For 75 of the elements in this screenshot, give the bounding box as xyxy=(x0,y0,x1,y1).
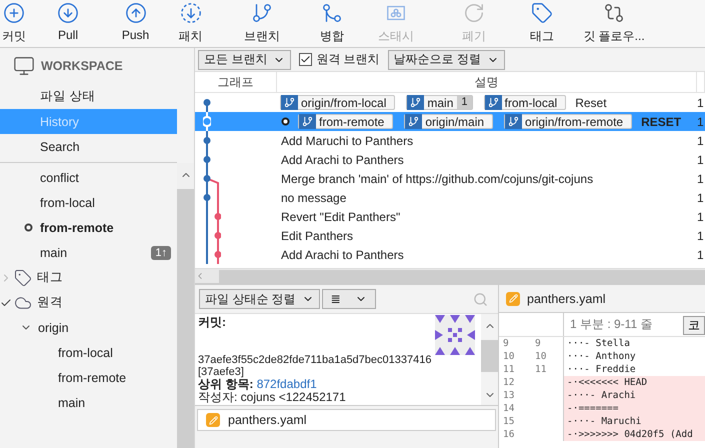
table-cell: 1 xyxy=(697,172,705,186)
sidebar-item[interactable]: 파일 상태 xyxy=(0,84,177,109)
remote-tree-item[interactable]: origin xyxy=(0,315,177,340)
parent-link[interactable]: 872fdabdf1 xyxy=(256,377,317,391)
author-text: 작성자: cojuns <122452171 xyxy=(198,391,347,404)
parent-label: 상위 항목: xyxy=(198,377,254,391)
toolbar-button[interactable]: Push xyxy=(108,2,163,42)
commit-message: Add Arachi to Panthers xyxy=(281,248,404,262)
commit-message: RESET xyxy=(641,114,682,128)
ahead-count: 1↑ xyxy=(151,246,171,260)
table-cell: 1 xyxy=(697,248,705,262)
toolbar-button[interactable]: 깃 플로우... xyxy=(570,2,658,45)
line-number: 15 xyxy=(502,415,516,428)
remote-tree-item[interactable]: main xyxy=(0,390,177,415)
line-number: 11 xyxy=(534,363,548,376)
line-number: 14 xyxy=(502,402,516,415)
hunk-button[interactable]: 코 xyxy=(683,316,705,335)
branch-label[interactable]: from-local xyxy=(484,95,566,110)
commit-row[interactable]: from-remote origin/main origin/from-remote RESET 1 xyxy=(195,112,705,131)
table-cell: 1 xyxy=(697,114,705,128)
file-item[interactable]: panthers.yaml xyxy=(197,409,496,431)
commit-message: no message xyxy=(281,190,346,204)
file-sort-dropdown[interactable]: 파일 상태순 정렬 xyxy=(199,289,320,309)
branch-filter-dropdown[interactable]: 모든 브랜치 xyxy=(198,50,292,70)
table-cell: 1 xyxy=(697,96,705,110)
toolbar-button[interactable]: 태그 xyxy=(514,2,570,45)
branch-label[interactable]: origin/main xyxy=(404,114,494,129)
toolbar-button[interactable]: 패치 xyxy=(163,2,218,45)
ahead-count: 1 xyxy=(457,96,472,109)
line-number: 12 xyxy=(502,376,516,389)
remote-tree-item[interactable]: from-local xyxy=(0,340,177,365)
branch-label[interactable]: main 1 xyxy=(406,95,472,110)
line-number: 10 xyxy=(534,350,548,363)
branch-item[interactable]: from-remote xyxy=(0,215,177,240)
table-cell: 1 xyxy=(697,210,705,224)
sort-dropdown[interactable]: 날짜순으로 정렬 xyxy=(388,50,506,70)
line-number: 9 xyxy=(534,337,542,350)
commit-message: Add Maruchi to Panthers xyxy=(281,134,414,148)
line-number: 16 xyxy=(502,428,516,441)
file-name: panthers.yaml xyxy=(527,292,606,306)
column-header[interactable]: 설명 xyxy=(277,72,697,92)
line-number: 10 xyxy=(502,350,516,363)
table-cell: 1 xyxy=(697,228,705,242)
toolbar-button[interactable]: 병합 xyxy=(306,2,358,45)
commit-message: Reset xyxy=(575,96,607,110)
column-header[interactable]: 그래프 xyxy=(195,72,277,92)
branch-label[interactable]: origin/from-remote xyxy=(504,114,632,129)
line-number: 11 xyxy=(502,363,516,376)
line-number: 9 xyxy=(502,337,510,350)
sidebar-group[interactable]: 원격 xyxy=(0,290,177,315)
toolbar-button[interactable]: 브랜치 xyxy=(218,2,306,45)
commit-hash: 37aefe3f55c2de82fde711ba1a5d7bec01337416 [37aefe3] xyxy=(198,354,432,378)
branch-item[interactable]: from-local xyxy=(0,190,177,215)
table-cell: 1 xyxy=(697,152,705,166)
table-cell: 1 xyxy=(697,134,705,148)
branch-label[interactable]: origin/from-local xyxy=(280,95,396,110)
commit-message: Add Arachi to Panthers xyxy=(281,152,404,166)
section-title: WORKSPACE xyxy=(41,59,123,73)
table-cell: 1 xyxy=(697,190,705,204)
line-number: 13 xyxy=(502,389,516,402)
remote-branch-checkbox[interactable]: 원격 브랜치 xyxy=(299,51,380,68)
branch-item[interactable]: main 1↑ xyxy=(0,240,177,265)
commit-message: Edit Panthers xyxy=(281,228,354,242)
commit-message: Merge branch 'main' of https://github.com/cojuns/git-cojuns xyxy=(281,172,594,186)
commit-label: 커밋: xyxy=(198,316,226,329)
commit-message: Revert "Edit Panthers" xyxy=(281,210,400,224)
hunk-header: 1 부분 : 9-11 줄 xyxy=(569,316,654,333)
sidebar-group[interactable]: 태그 xyxy=(0,265,177,290)
toolbar-button[interactable]: 커밋 xyxy=(0,2,28,45)
view-dropdown[interactable]: ≣ xyxy=(322,289,376,309)
remote-tree-item[interactable]: from-remote xyxy=(0,365,177,390)
branch-item[interactable]: conflict xyxy=(0,165,177,190)
branch-label[interactable]: from-remote xyxy=(298,114,394,129)
sidebar-item[interactable]: Search xyxy=(0,134,177,159)
toolbar-button[interactable]: Pull xyxy=(28,2,108,42)
